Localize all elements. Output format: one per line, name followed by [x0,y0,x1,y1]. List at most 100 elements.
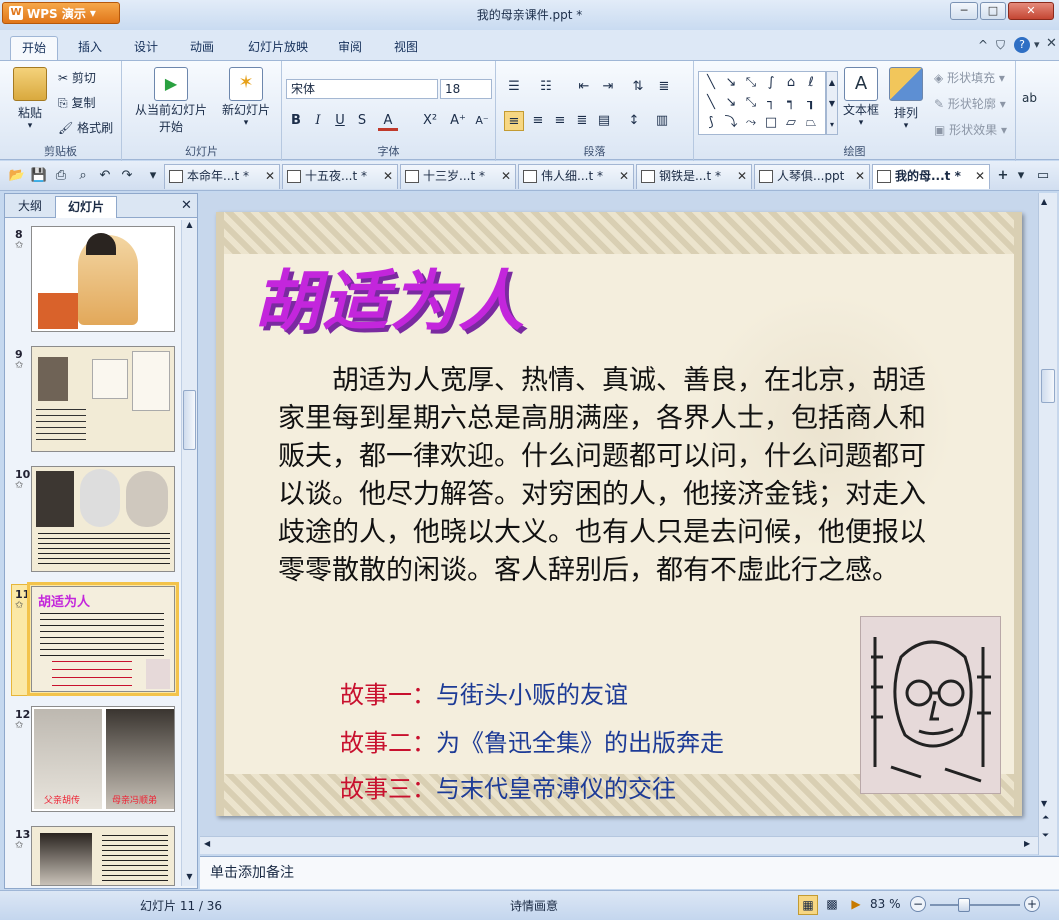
story-line-1[interactable]: 故事一：与街头小贩的友谊 [340,680,628,710]
align-center-icon[interactable]: ≡ [528,111,548,131]
slideshow-icon[interactable]: ▶ [846,895,866,915]
format-painter-button[interactable]: 🖌 格式刷 [58,119,113,136]
slide-canvas[interactable]: 胡适为人 胡适为人宽厚、热情、真诚、善良，在北京，胡适家里每到星期六总是高朋满座… [216,212,1022,816]
play-from-current-button[interactable]: ▶ 从当前幻灯片 开始 [128,67,214,135]
save-icon[interactable]: 💾 [30,167,48,185]
numbering-icon[interactable]: ☷ [536,77,556,97]
more-tools-icon[interactable]: ab [1022,91,1037,105]
close-button[interactable]: ✕ [1008,2,1054,20]
text-direction-icon[interactable]: ⇅ [628,77,648,97]
slide-thumbnail-10[interactable] [31,466,175,572]
redo-icon[interactable]: ↷ [118,167,136,185]
freeform-shape-icon[interactable]: ⌂ [781,74,801,92]
tab-view[interactable]: 视图 [386,36,426,60]
slide-thumbnail-12[interactable]: 父亲胡传 母亲冯顺弟 [31,706,175,812]
tab-outline[interactable]: 大纲 [9,196,51,218]
tshirt-skin-icon[interactable]: ⛉ [996,38,1005,53]
scroll-up-icon[interactable]: ▲ [182,220,197,234]
connector-shape-icon[interactable]: ╲ [701,94,721,112]
shape-fill-button[interactable]: ◈ 形状填充 ▾ [934,69,1005,86]
maximize-button[interactable]: □ [980,2,1006,20]
help-icon[interactable]: ? [1014,37,1030,53]
shape-gallery[interactable]: ╲ ↘ ⤡ ∫ ⌂ ℓ ╲ ↘ ⤡ ┐ ┑ ┒ ⟆ ⤵ ⤳ □ ▱ ⏢ [698,71,826,135]
font-size-select[interactable]: 18 [440,79,492,99]
tab-review[interactable]: 审阅 [330,36,370,60]
decrease-font-button[interactable]: A⁻ [472,111,492,131]
line-spacing-icon[interactable]: ↕ [624,111,644,131]
curve-shape-icon[interactable]: ∫ [761,74,781,92]
new-tab-icon[interactable]: + [994,167,1012,185]
distributed-icon[interactable]: ▤ [594,111,614,131]
justify-icon[interactable]: ≣ [572,111,592,131]
slide-thumbnail-13[interactable] [31,826,175,886]
window-layout-icon[interactable]: ▭ [1034,167,1052,185]
bullets-icon[interactable]: ☰ [504,77,524,97]
align-text-icon[interactable]: ≣ [654,77,674,97]
bold-button[interactable]: B [286,111,306,131]
tab-slides[interactable]: 幻灯片 [55,196,117,218]
superscript-button[interactable]: X² [420,111,440,131]
close-tab-icon[interactable]: ✕ [737,165,747,188]
font-name-select[interactable]: 宋体 [286,79,438,99]
double-arrow-shape-icon[interactable]: ⤡ [741,74,761,92]
elbow-arrow-icon[interactable]: ┑ [781,94,801,112]
portrait-sketch-image[interactable] [860,616,1001,794]
columns-icon[interactable]: ▥ [652,111,672,131]
slide-sorter-icon[interactable]: ▩ [822,895,842,915]
elbow-double-icon[interactable]: ┒ [801,94,821,112]
zoom-in-icon[interactable]: + [1024,896,1040,912]
close-tab-icon[interactable]: ✕ [855,165,865,188]
shape-gallery-scroll[interactable]: ▲ ▼ ▾ [826,71,838,135]
print-icon[interactable]: ⎙ [52,167,70,185]
tab-insert[interactable]: 插入 [70,36,110,60]
arrow-shape-icon[interactable]: ↘ [721,74,741,92]
italic-button[interactable]: I [308,111,328,131]
arrange-button[interactable]: 排列 ▾ [886,67,926,131]
tab-animation[interactable]: 动画 [182,36,222,60]
tab-slideshow[interactable]: 幻灯片放映 [238,36,318,60]
undo-icon[interactable]: ↶ [96,167,114,185]
slide-title[interactable]: 胡适为人 [254,248,526,344]
slide-thumbnail-8[interactable] [31,226,175,332]
doc-tab[interactable]: 钢铁是...t * ✕ [636,164,752,189]
doc-tab[interactable]: 本命年...t * ✕ [164,164,280,189]
tab-home[interactable]: 开始 [10,36,58,60]
line-shape-icon[interactable]: ╲ [701,74,721,92]
close-tab-icon[interactable]: ✕ [975,165,985,188]
new-slide-button[interactable]: ✶ 新幻灯片 ▾ [218,67,274,128]
increase-font-button[interactable]: A⁺ [448,111,468,131]
panel-scrollbar[interactable]: ▲ ▼ [181,220,197,886]
doc-tab[interactable]: 十五夜...t * ✕ [282,164,398,189]
increase-indent-icon[interactable]: ⇥ [598,77,618,97]
customize-toolbar-icon[interactable]: ▾ [144,167,162,185]
story-line-2[interactable]: 故事二：为《鲁迅全集》的出版奔走 [340,728,724,758]
ribbon-close-icon[interactable]: ✕ [1046,36,1057,51]
paste-button[interactable]: 粘贴 ▾ [12,67,48,131]
elbow-connector-icon[interactable]: ┐ [761,94,781,112]
scroll-down-icon[interactable]: ▼ [1041,799,1047,808]
decrease-indent-icon[interactable]: ⇤ [574,77,594,97]
minimize-button[interactable]: ─ [950,2,978,20]
chevron-down-icon[interactable]: ▾ [1034,38,1040,51]
align-right-icon[interactable]: ≡ [550,111,570,131]
double-connector-icon[interactable]: ⤡ [741,94,761,112]
close-tab-icon[interactable]: ✕ [383,165,393,188]
doc-tab[interactable]: 十三岁...t * ✕ [400,164,516,189]
app-menu-button[interactable]: W WPS 演示 ▾ [2,2,120,24]
doc-tab[interactable]: 我的母...t * ✕ [872,164,990,189]
underline-button[interactable]: U [330,111,350,131]
scroll-left-icon[interactable]: ◀ [204,839,210,848]
prev-slide-icon[interactable]: ⏶ [1042,813,1049,823]
shape-outline-button[interactable]: ✎ 形状轮廓 ▾ [934,95,1006,112]
close-panel-icon[interactable]: ✕ [181,198,192,213]
slide-thumbnail-9[interactable] [31,346,175,452]
caret-up-icon[interactable]: ^ [978,38,988,52]
close-tab-icon[interactable]: ✕ [501,165,511,188]
editor-horizontal-scrollbar[interactable]: ◀ ▶ [200,836,1038,854]
textbox-button[interactable]: A 文本框 ▾ [840,67,882,128]
next-slide-icon[interactable]: ⏷ [1042,831,1049,841]
shape-effect-button[interactable]: ▣ 形状效果 ▾ [934,121,1007,138]
doc-tab[interactable]: 伟人细...t * ✕ [518,164,634,189]
slide-body-text[interactable]: 胡适为人宽厚、热情、真诚、善良，在北京，胡适家里每到星期六总是高朋满座，各界人士… [278,362,938,590]
scroll-right-icon[interactable]: ▶ [1024,839,1030,848]
